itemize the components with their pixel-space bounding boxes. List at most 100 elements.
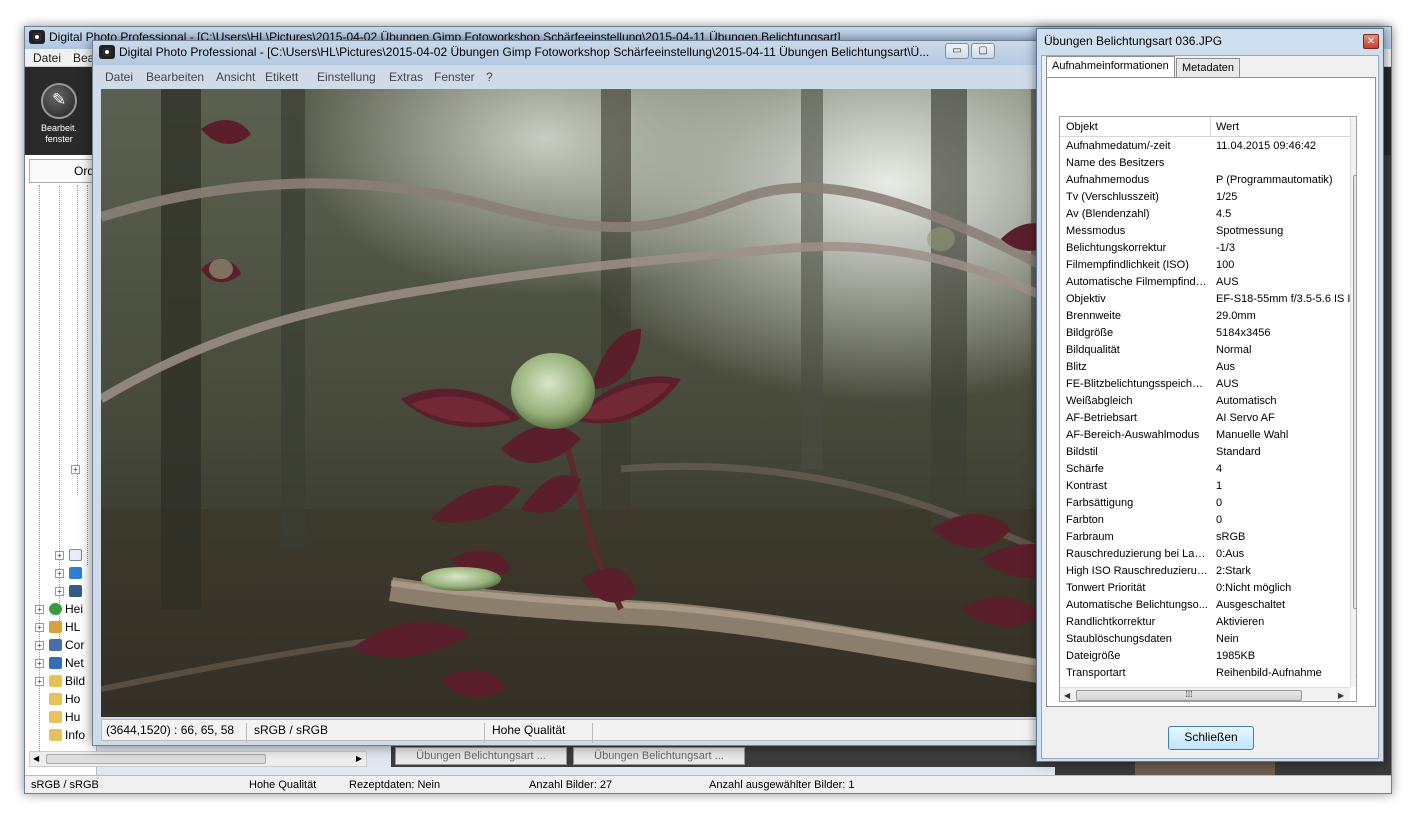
table-row[interactable]: Farbton 0: [1060, 512, 1350, 529]
expand-icon[interactable]: +: [55, 587, 64, 596]
row-value: Aktivieren: [1216, 616, 1265, 628]
expand-icon[interactable]: +: [35, 605, 44, 614]
table-row[interactable]: Blitz Aus: [1060, 359, 1350, 376]
menu-datei[interactable]: Datei: [105, 70, 133, 84]
expand-icon[interactable]: +: [35, 623, 44, 632]
thumbnail-tab[interactable]: Übungen Belichtungsart ...: [573, 747, 745, 765]
menu-bearbeiten[interactable]: Bearbeiten: [146, 70, 204, 84]
column-header-wert[interactable]: Wert: [1216, 121, 1350, 133]
image-window-title: Digital Photo Professional - [C:\Users\H…: [119, 45, 930, 59]
row-label: Farbton: [1066, 514, 1104, 526]
scrollbar-thumb[interactable]: [46, 754, 266, 764]
row-label: Tv (Verschlusszeit): [1066, 191, 1159, 203]
folder-icon: [49, 675, 62, 687]
expand-icon[interactable]: +: [55, 551, 64, 560]
menu-einstellung[interactable]: Einstellung: [317, 70, 376, 84]
expand-icon[interactable]: +: [35, 659, 44, 668]
table-row[interactable]: Dateigröße 1985KB: [1060, 648, 1350, 665]
menu-fenster[interactable]: Fenster: [434, 70, 475, 84]
table-row[interactable]: Bildgröße 5184x3456: [1060, 325, 1350, 342]
menu-datei[interactable]: Datei: [33, 51, 61, 65]
close-icon[interactable]: ✕: [1363, 34, 1379, 49]
folder-icon: [49, 729, 62, 741]
table-row[interactable]: Bildstil Standard: [1060, 444, 1350, 461]
table-row[interactable]: Kontrast 1: [1060, 478, 1350, 495]
status-color-space: sRGB / sRGB: [254, 723, 329, 737]
menu-ansicht[interactable]: Ansicht: [216, 70, 255, 84]
tab-aufnahmeinformationen[interactable]: Aufnahmeinformationen: [1046, 56, 1175, 78]
table-row[interactable]: Av (Blendenzahl) 4.5: [1060, 206, 1350, 223]
scroll-right-icon[interactable]: ▶: [1338, 691, 1344, 700]
table-row[interactable]: Automatische Filmempfindli... AUS: [1060, 274, 1350, 291]
status-separator: [484, 723, 485, 743]
table-row[interactable]: Farbsättigung 0: [1060, 495, 1350, 512]
table-row[interactable]: AF-Betriebsart AI Servo AF: [1060, 410, 1350, 427]
row-label: Dateigröße: [1066, 650, 1121, 662]
table-row[interactable]: Schärfe 4: [1060, 461, 1350, 478]
expand-icon[interactable]: +: [35, 677, 44, 686]
table-row[interactable]: Tv (Verschlusszeit) 1/25: [1060, 189, 1350, 206]
table-row[interactable]: Aufnahmemodus P (Programmautomatik): [1060, 172, 1350, 189]
table-row[interactable]: Farbraum sRGB: [1060, 529, 1350, 546]
scroll-down-icon[interactable]: ▼: [1354, 673, 1356, 682]
photo-canvas[interactable]: [101, 89, 1087, 717]
table-row[interactable]: Objektiv EF-S18-55mm f/3.5-5.6 IS II: [1060, 291, 1350, 308]
folder-tab[interactable]: Ord: [29, 159, 95, 183]
row-value: Spotmessung: [1216, 225, 1284, 237]
scrollbar-thumb[interactable]: ⁞⁞⁞: [1076, 690, 1302, 701]
expand-icon[interactable]: +: [55, 569, 64, 578]
status-selected-count: Anzahl ausgewählter Bilder: 1: [709, 779, 855, 791]
expand-icon[interactable]: +: [35, 641, 44, 650]
scroll-up-icon[interactable]: ▲: [1354, 119, 1356, 128]
table-row[interactable]: Automatische Belichtungso... Ausgeschalte…: [1060, 597, 1350, 614]
maximize-icon[interactable]: ▢: [971, 43, 995, 59]
column-header-objekt[interactable]: Objekt: [1066, 121, 1208, 133]
scrollbar-thumb[interactable]: [1353, 175, 1356, 609]
menu-help[interactable]: ?: [486, 70, 493, 84]
image-statusbar: (3644,1520) : 66, 65, 58 sRGB / sRGB Hoh…: [101, 719, 1087, 743]
tab-metadaten[interactable]: Metadaten: [1176, 58, 1240, 78]
row-value: 100: [1216, 259, 1235, 271]
menu-etikett[interactable]: Etikett: [265, 70, 298, 84]
scroll-left-icon[interactable]: ◀: [33, 754, 39, 763]
table-row[interactable]: High ISO Rauschreduzierung 2:Stark: [1060, 563, 1350, 580]
table-vertical-scrollbar[interactable]: ▲ ▼: [1350, 117, 1356, 687]
table-row[interactable]: Staublöschungsdaten Nein: [1060, 631, 1350, 648]
table-row[interactable]: Weißabgleich Automatisch: [1060, 393, 1350, 410]
image-menubar: Datei Bearbeiten Ansicht Etikett Einstel…: [93, 67, 1091, 87]
folder-horizontal-scrollbar[interactable]: ◀ ▶: [29, 751, 367, 767]
table-row[interactable]: Rauschreduzierung bei Lan... 0:Aus: [1060, 546, 1350, 563]
row-label: Farbraum: [1066, 531, 1114, 543]
tree-line: [77, 185, 78, 495]
scroll-left-icon[interactable]: ◀: [1064, 691, 1070, 700]
row-value: 0:Aus: [1216, 548, 1245, 560]
table-horizontal-scrollbar[interactable]: ◀ ⁞⁞⁞ ▶: [1060, 687, 1350, 701]
table-row[interactable]: Randlichtkorrektur Aktivieren: [1060, 614, 1350, 631]
close-button[interactable]: Schließen: [1168, 726, 1254, 750]
column-separator[interactable]: [1210, 117, 1211, 137]
homegroup-icon: [49, 603, 62, 615]
table-row[interactable]: Brennweite 29.0mm: [1060, 308, 1350, 325]
status-image-count: Anzahl Bilder: 27: [529, 779, 613, 791]
table-row[interactable]: Transportart Reihenbild-Aufnahme: [1060, 665, 1350, 682]
edit-window-button[interactable]: Bearbeit. fenster: [37, 83, 81, 147]
row-value: P (Programmautomatik): [1216, 174, 1333, 186]
menu-extras[interactable]: Extras: [389, 70, 423, 84]
table-row[interactable]: Bildqualität Normal: [1060, 342, 1350, 359]
table-header: Objekt Wert: [1060, 117, 1350, 137]
image-window-titlebar[interactable]: Digital Photo Professional - [C:\Users\H…: [93, 41, 1091, 65]
row-value: Reihenbild-Aufnahme: [1216, 667, 1322, 679]
row-value: 4.5: [1216, 208, 1232, 220]
minimize-icon[interactable]: ▭: [945, 43, 969, 59]
table-row[interactable]: Messmodus Spotmessung: [1060, 223, 1350, 240]
table-row[interactable]: Belichtungskorrektur -1/3: [1060, 240, 1350, 257]
table-row[interactable]: AF-Bereich-Auswahlmodus Manuelle Wahl: [1060, 427, 1350, 444]
table-row[interactable]: Filmempfindlichkeit (ISO) 100: [1060, 257, 1350, 274]
table-row[interactable]: Aufnahmedatum/-zeit 11.04.2015 09:46:42: [1060, 138, 1350, 155]
table-row[interactable]: FE-Blitzbelichtungsspeicher... AUS: [1060, 376, 1350, 393]
table-row[interactable]: Name des Besitzers: [1060, 155, 1350, 172]
table-row[interactable]: Tonwert Priorität 0:Nicht möglich: [1060, 580, 1350, 597]
expand-icon[interactable]: +: [71, 465, 80, 474]
scroll-right-icon[interactable]: ▶: [356, 754, 362, 763]
thumbnail-tab[interactable]: Übungen Belichtungsart ...: [395, 747, 567, 765]
